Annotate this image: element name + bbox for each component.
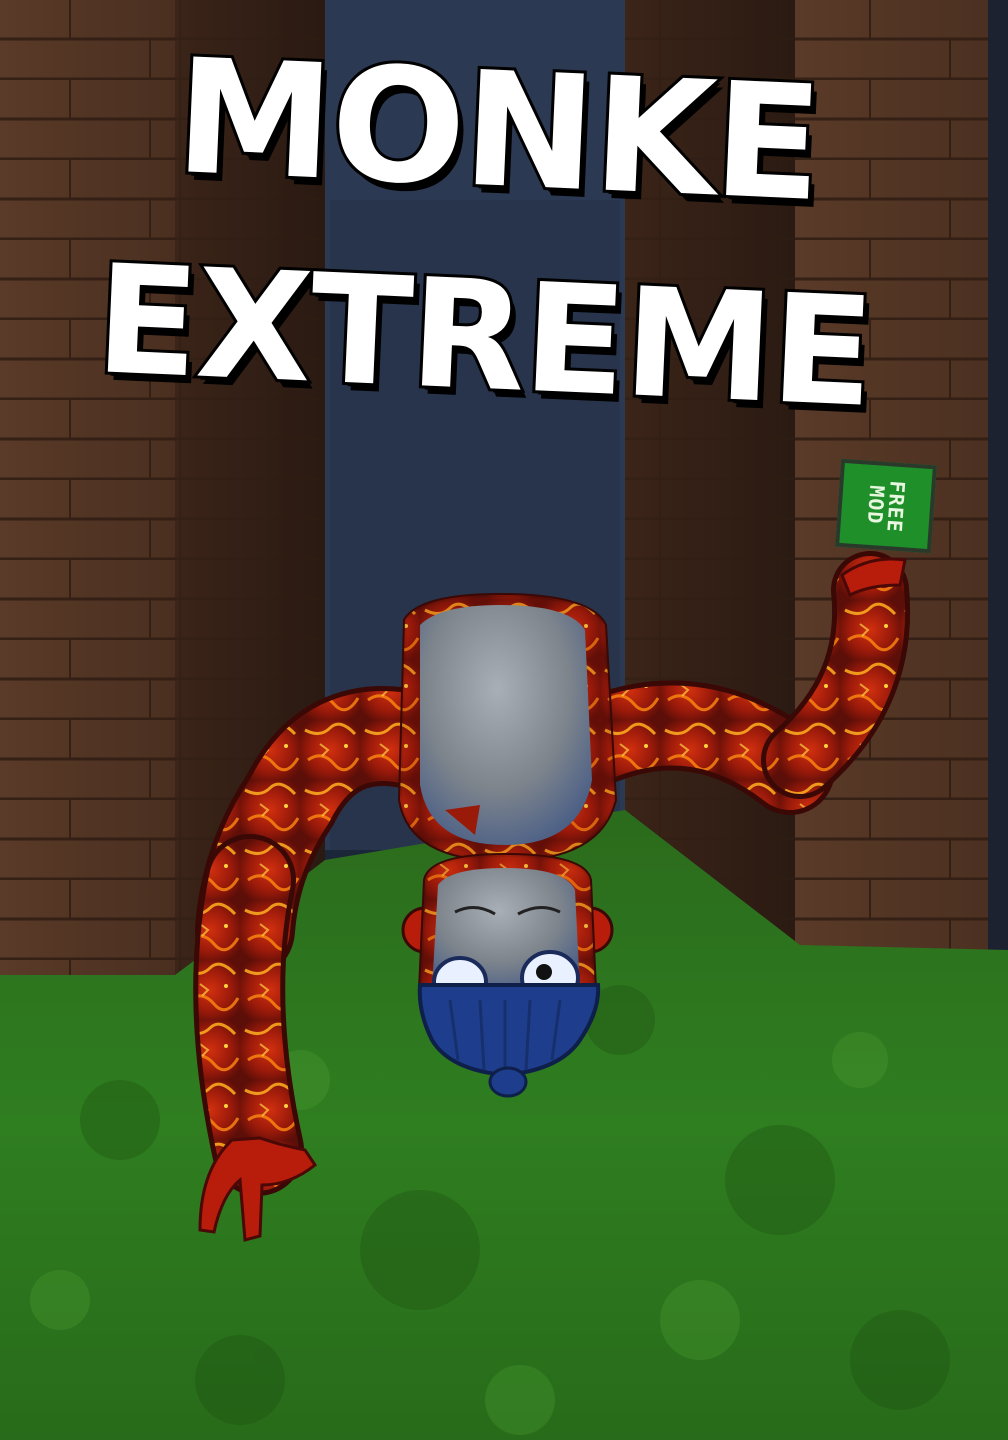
monkey-body — [397, 592, 618, 863]
game-scene: MONKE EXTREME FREE MOD — [0, 0, 1008, 1440]
monkey-head — [401, 852, 614, 1098]
game-title-line-2: EXTREME — [89, 230, 878, 444]
free-mod-badge-text: FREE MOD — [862, 479, 910, 534]
free-mod-badge: FREE MOD — [835, 458, 937, 554]
monkey-left-arm — [193, 686, 465, 1242]
monkey-right-arm — [555, 551, 911, 815]
